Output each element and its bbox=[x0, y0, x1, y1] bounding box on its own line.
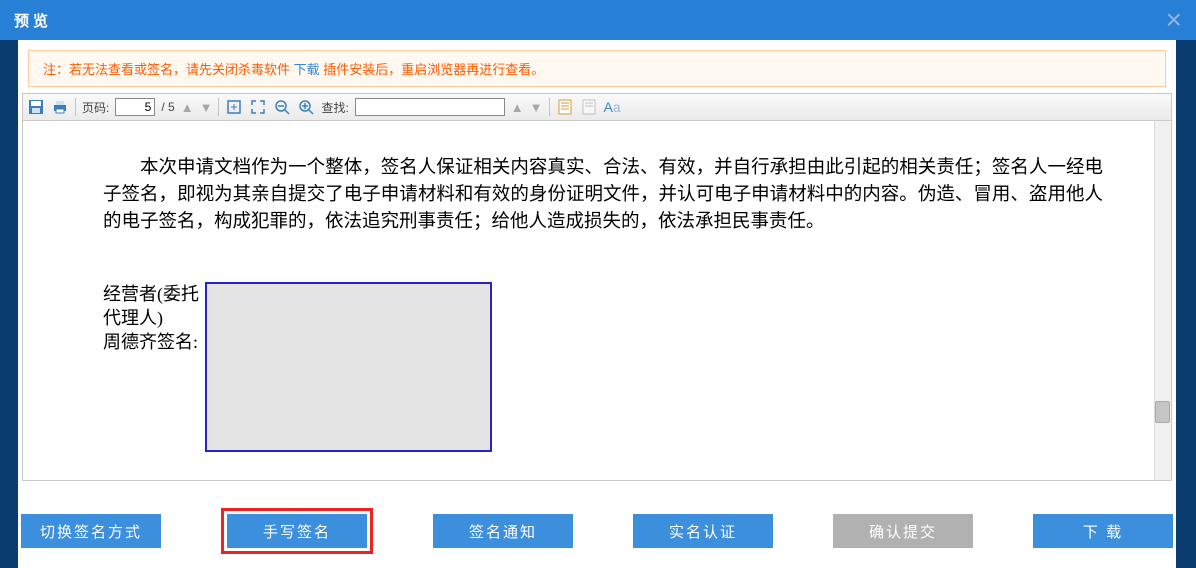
zoom-in-icon[interactable] bbox=[297, 98, 315, 116]
footer-buttons: 切换签名方式 手写签名 签名通知 实名认证 确认提交 下 载 bbox=[18, 508, 1176, 554]
print-icon[interactable] bbox=[51, 98, 69, 116]
viewer-toolbar: 页码: / 5 ▲ ▼ 查找: ▲ ▼ bbox=[22, 93, 1172, 121]
search-input[interactable] bbox=[355, 98, 505, 116]
sig-label-2: 代理人) bbox=[103, 306, 199, 330]
confirm-submit-button: 确认提交 bbox=[833, 514, 973, 548]
sign-notify-button[interactable]: 签名通知 bbox=[433, 514, 573, 548]
search-next-icon[interactable]: ▼ bbox=[530, 100, 543, 115]
fit-page-icon[interactable] bbox=[225, 98, 243, 116]
page-input[interactable] bbox=[115, 98, 155, 116]
close-icon[interactable]: × bbox=[1166, 10, 1182, 30]
signature-box[interactable] bbox=[205, 282, 492, 452]
hand-sign-highlight: 手写签名 bbox=[221, 508, 373, 554]
doc2-icon[interactable] bbox=[580, 98, 598, 116]
separator bbox=[75, 98, 76, 116]
search-prev-icon[interactable]: ▲ bbox=[511, 100, 524, 115]
scrollbar[interactable] bbox=[1154, 121, 1171, 480]
modal-body: 注：若无法查看或签名，请先关闭杀毒软件 下载 插件安装后，重启浏览器再进行查看。… bbox=[18, 40, 1176, 568]
page-up-icon[interactable]: ▲ bbox=[181, 100, 194, 115]
separator bbox=[549, 98, 550, 116]
document-viewport: 本次申请文档作为一个整体，签名人保证相关内容真实、合法、有效，并自行承担由此引起… bbox=[22, 121, 1172, 481]
page-label: 页码: bbox=[82, 99, 109, 116]
save-icon[interactable] bbox=[27, 98, 45, 116]
separator bbox=[218, 98, 219, 116]
doc-icon[interactable] bbox=[556, 98, 574, 116]
zoom-out-icon[interactable] bbox=[273, 98, 291, 116]
document-paragraph: 本次申请文档作为一个整体，签名人保证相关内容真实、合法、有效，并自行承担由此引起… bbox=[103, 155, 1103, 236]
download-plugin-link[interactable]: 下载 bbox=[294, 62, 320, 77]
page-total: / 5 bbox=[161, 100, 174, 114]
scrollbar-thumb[interactable] bbox=[1155, 401, 1170, 423]
search-label: 查找: bbox=[321, 99, 348, 116]
modal-title: 预览 bbox=[14, 10, 52, 31]
notice-prefix: 注：若无法查看或签名，请先关闭杀毒软件 bbox=[43, 62, 294, 77]
text-size-icon[interactable]: Aa bbox=[604, 99, 621, 115]
document-content: 本次申请文档作为一个整体，签名人保证相关内容真实、合法、有效，并自行承担由此引起… bbox=[23, 121, 1171, 452]
notice-suffix: 插件安装后，重启浏览器再进行查看。 bbox=[320, 62, 545, 77]
switch-sign-button[interactable]: 切换签名方式 bbox=[21, 514, 161, 548]
modal-title-bar: 预览 × bbox=[0, 0, 1196, 40]
preview-modal: 预览 × 注：若无法查看或签名，请先关闭杀毒软件 下载 插件安装后，重启浏览器再… bbox=[0, 0, 1196, 568]
sig-label-3: 周德齐签名: bbox=[103, 330, 199, 354]
page-down-icon[interactable]: ▼ bbox=[200, 100, 213, 115]
fullscreen-icon[interactable] bbox=[249, 98, 267, 116]
sig-label-1: 经营者(委托 bbox=[103, 282, 199, 306]
notice-bar: 注：若无法查看或签名，请先关闭杀毒软件 下载 插件安装后，重启浏览器再进行查看。 bbox=[28, 50, 1166, 87]
hand-sign-button[interactable]: 手写签名 bbox=[227, 514, 367, 548]
realname-button[interactable]: 实名认证 bbox=[633, 514, 773, 548]
signature-row: 经营者(委托 代理人) 周德齐签名: bbox=[103, 282, 1103, 452]
signature-labels: 经营者(委托 代理人) 周德齐签名: bbox=[103, 282, 199, 452]
download-button[interactable]: 下 载 bbox=[1033, 514, 1173, 548]
